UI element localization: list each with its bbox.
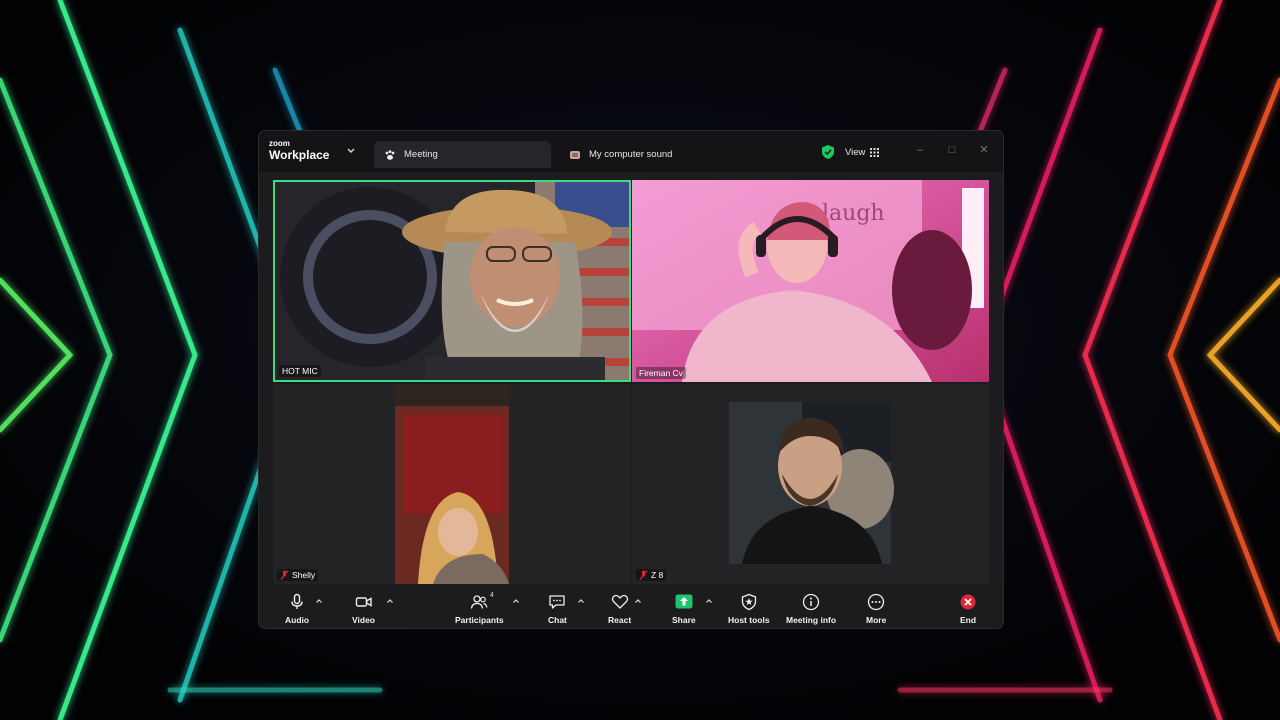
share-label: Share: [672, 615, 696, 625]
audio-options-caret-icon[interactable]: [315, 598, 323, 604]
video-button[interactable]: Video: [352, 593, 375, 625]
video-label: Video: [352, 615, 375, 625]
meeting-info-button[interactable]: Meeting info: [786, 593, 836, 625]
participant-name: Z 8: [651, 570, 664, 580]
video-camera-icon: [355, 597, 372, 607]
participant-name: Fireman Cv: [639, 368, 683, 378]
video-options-caret-icon[interactable]: [386, 598, 394, 604]
participants-count: 4: [490, 592, 494, 599]
participants-label: Participants: [455, 615, 504, 625]
video-tile-z8[interactable]: Z 8: [632, 384, 989, 584]
host-tools-label: Host tools: [728, 615, 770, 625]
react-button[interactable]: React: [608, 593, 631, 625]
video-tile-shelly[interactable]: Shelly: [273, 384, 631, 584]
svg-text:laugh: laugh: [822, 201, 885, 226]
title-bar: zoom Workplace Meeting My computer sound: [259, 131, 1003, 172]
video-feed: [729, 402, 894, 564]
participant-name-label: HOT MIC: [279, 365, 321, 377]
participants-button[interactable]: Participants: [455, 593, 504, 625]
host-tools-shield-icon: [741, 593, 756, 611]
info-icon: [802, 593, 820, 611]
participant-name-label: Z 8: [636, 569, 667, 581]
audio-button[interactable]: Audio: [285, 593, 309, 625]
view-button[interactable]: View: [845, 143, 880, 161]
grid-icon: [870, 147, 880, 157]
video-tile-fireman-cv[interactable]: laugh Fireman Cv: [632, 180, 989, 382]
muted-mic-icon: [639, 570, 648, 580]
participant-name: HOT MIC: [282, 366, 318, 376]
share-button[interactable]: Share: [672, 593, 696, 625]
sound-share-icon: [570, 150, 580, 159]
microphone-icon: [291, 593, 303, 609]
view-label: View: [845, 146, 866, 158]
participants-options-caret-icon[interactable]: [512, 598, 520, 604]
participant-name: Shelly: [292, 570, 316, 580]
chat-bubble-icon: [549, 595, 566, 609]
end-label: End: [959, 615, 977, 625]
video-feed: [275, 182, 629, 380]
tab-meeting[interactable]: Meeting: [374, 141, 551, 168]
video-tile-hot-mic[interactable]: HOT MIC: [273, 180, 631, 382]
encryption-shield-icon[interactable]: [821, 144, 835, 160]
chat-button[interactable]: Chat: [548, 593, 567, 625]
react-label: React: [608, 615, 632, 625]
tab-sound-label: My computer sound: [589, 149, 673, 160]
end-call-icon: [960, 594, 976, 610]
more-ellipsis-icon: [868, 593, 885, 611]
video-feed: [395, 384, 509, 584]
meeting-info-label: Meeting info: [786, 615, 837, 625]
zoom-meeting-window: zoom Workplace Meeting My computer sound: [259, 131, 1003, 628]
share-screen-icon: [675, 594, 693, 609]
tab-meeting-label: Meeting: [404, 149, 438, 160]
audio-label: Audio: [285, 615, 310, 625]
maximize-icon[interactable]: □: [945, 143, 959, 157]
heart-icon: [611, 594, 628, 609]
paw-icon: [385, 149, 395, 160]
close-icon[interactable]: ✕: [977, 143, 991, 157]
end-meeting-button[interactable]: End: [959, 593, 977, 625]
meeting-toolbar: Audio Video Participants 4 Chat React Sh…: [259, 585, 1003, 628]
muted-mic-icon: [280, 570, 289, 580]
chat-label: Chat: [548, 615, 567, 625]
more-button[interactable]: More: [866, 593, 886, 625]
tab-computer-sound[interactable]: My computer sound: [563, 141, 733, 168]
more-label: More: [866, 615, 887, 625]
chat-options-caret-icon[interactable]: [577, 598, 585, 604]
participants-icon: [471, 595, 488, 609]
participant-name-label: Shelly: [277, 569, 319, 581]
react-options-caret-icon[interactable]: [634, 598, 642, 604]
participant-name-label: Fireman Cv: [636, 367, 686, 379]
chevron-down-icon[interactable]: [346, 147, 356, 155]
host-tools-button[interactable]: Host tools: [728, 593, 770, 625]
share-options-caret-icon[interactable]: [705, 598, 713, 604]
minimize-icon[interactable]: –: [913, 143, 927, 157]
video-feed: laugh: [632, 180, 989, 382]
